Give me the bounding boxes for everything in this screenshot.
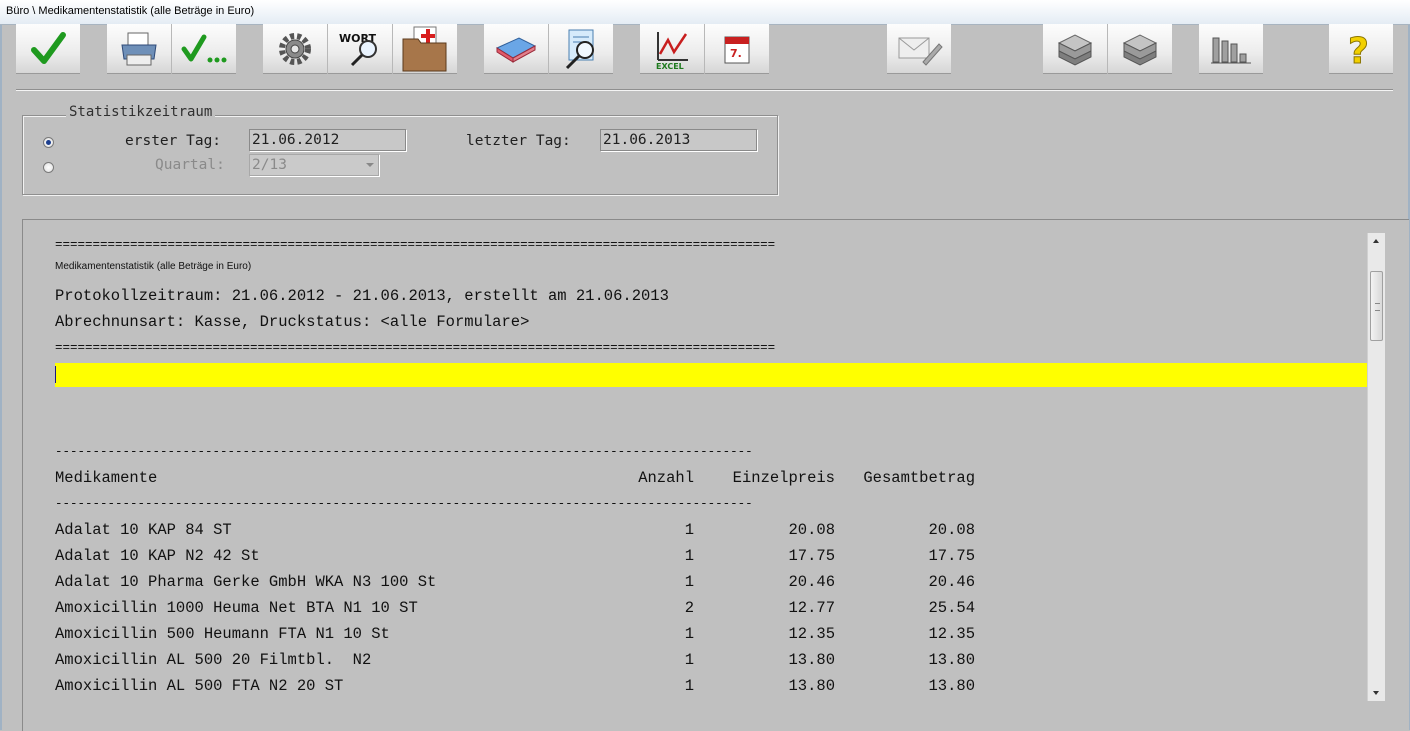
quarter-select[interactable]: 2/13 — [249, 154, 379, 176]
row-unit-price: 13.80 — [788, 677, 835, 695]
print-button[interactable] — [107, 24, 171, 74]
report-rule-double: ========================================… — [55, 341, 776, 355]
check-more-button[interactable] — [172, 24, 236, 74]
row-total: 12.35 — [928, 625, 975, 643]
row-name: Amoxicillin 1000 Heuma Net BTA N1 10 ST — [55, 599, 418, 617]
row-total: 20.08 — [928, 521, 975, 539]
row-total: 13.80 — [928, 651, 975, 669]
column-header-total: Gesamtbetrag — [863, 469, 975, 487]
mail-button[interactable] — [887, 24, 951, 74]
report-rule-single: ----------------------------------------… — [55, 497, 753, 511]
row-name: Adalat 10 KAP N2 42 St — [55, 547, 260, 565]
row-count: 1 — [684, 677, 694, 695]
row-unit-price: 20.46 — [788, 573, 835, 591]
scrollbar-thumb[interactable] — [1370, 271, 1383, 341]
report-period-line: Protokollzeitraum: 21.06.2012 - 21.06.20… — [55, 287, 669, 305]
bar-chart-button[interactable] — [1199, 24, 1263, 74]
medical-folder-icon — [402, 26, 447, 71]
column-header-unit-price: Einzelpreis — [732, 469, 835, 487]
row-count: 1 — [684, 521, 694, 539]
row-unit-price: 12.77 — [788, 599, 835, 617]
row-name: Amoxicillin AL 500 20 Filmtbl. N2 — [55, 651, 372, 669]
row-count: 1 — [684, 547, 694, 565]
scroll-up-arrow-icon[interactable] — [1373, 239, 1379, 243]
calendar-button[interactable]: 7. — [705, 24, 769, 74]
row-name: Amoxicillin AL 500 FTA N2 20 ST — [55, 677, 344, 695]
period-group — [22, 115, 778, 195]
row-unit-price: 13.80 — [788, 651, 835, 669]
word-magnifier-icon: WORT — [339, 32, 377, 66]
checkmark-icon — [31, 31, 66, 64]
row-name: Adalat 10 Pharma Gerke GmbH WKA N3 100 S… — [55, 573, 437, 591]
bar-chart-icon — [1211, 37, 1251, 63]
stacked-tray-icon — [1057, 33, 1093, 66]
gear-icon — [279, 32, 311, 65]
row-total: 20.46 — [928, 573, 975, 591]
document-search-button[interactable] — [549, 24, 613, 74]
eraser-button[interactable] — [484, 24, 548, 74]
report-billing-line: Abrechnunsart: Kasse, Druckstatus: <alle… — [55, 313, 530, 331]
toolbar-separator — [16, 89, 1393, 91]
period-group-legend: Statistikzeitraum — [66, 104, 216, 120]
checkmark-ellipsis-icon — [181, 34, 227, 62]
title-bar: Büro \ Medikamentenstatistik (alle Beträ… — [0, 0, 1410, 25]
question-mark-icon: ? — [1348, 30, 1370, 69]
row-unit-price: 12.35 — [788, 625, 835, 643]
chevron-down-icon — [366, 163, 374, 167]
first-day-label: erster Tag: — [125, 133, 222, 149]
last-day-label: letzter Tag: — [466, 133, 571, 149]
svg-text:?: ? — [1348, 31, 1369, 69]
excel-chart-icon: EXCEL — [656, 31, 688, 70]
row-name: Adalat 10 KAP 84 ST — [55, 521, 232, 539]
tray-2-button[interactable] — [1108, 24, 1172, 74]
report-rule-double: ========================================… — [55, 238, 776, 252]
row-name: Amoxicillin 500 Heumann FTA N1 10 St — [55, 625, 390, 643]
grip-icon — [1375, 303, 1380, 311]
ok-button[interactable] — [16, 24, 80, 74]
column-header-name: Medikamente — [55, 469, 158, 487]
row-unit-price: 20.08 — [788, 521, 835, 539]
calendar-icon: 7. — [724, 36, 750, 63]
document-magnifier-icon — [565, 29, 594, 69]
tray-1-button[interactable] — [1043, 24, 1107, 74]
window-title: Büro \ Medikamentenstatistik (alle Beträ… — [6, 5, 255, 17]
patient-folder-button[interactable] — [393, 24, 457, 74]
row-total: 25.54 — [928, 599, 975, 617]
settings-button[interactable] — [263, 24, 327, 74]
printer-icon — [121, 32, 157, 65]
quarter-select-value: 2/13 — [252, 157, 287, 173]
vertical-scrollbar[interactable] — [1367, 233, 1385, 701]
quarter-label: Quartal: — [155, 157, 225, 173]
row-count: 1 — [684, 573, 694, 591]
svg-text:7.: 7. — [730, 47, 742, 60]
report-title: Medikamentenstatistik (alle Beträge in E… — [55, 261, 252, 272]
date-range-radio[interactable] — [43, 137, 54, 148]
column-header-count: Anzahl — [638, 469, 694, 487]
text-caret — [55, 366, 56, 383]
eraser-icon — [495, 36, 537, 63]
report-rule-single: ----------------------------------------… — [55, 445, 753, 459]
stacked-tray-icon — [1122, 33, 1158, 66]
envelope-pen-icon — [898, 37, 943, 66]
row-unit-price: 17.75 — [788, 547, 835, 565]
first-day-field[interactable]: 21.06.2012 — [249, 129, 406, 151]
last-day-field[interactable]: 21.06.2013 — [600, 129, 757, 151]
window-border-left — [0, 25, 2, 730]
row-count: 1 — [684, 625, 694, 643]
row-total: 17.75 — [928, 547, 975, 565]
svg-text:EXCEL: EXCEL — [656, 62, 684, 70]
excel-export-button[interactable]: EXCEL — [640, 24, 704, 74]
help-button[interactable]: ? — [1329, 24, 1393, 74]
row-total: 13.80 — [928, 677, 975, 695]
word-search-button[interactable]: WORT — [328, 24, 392, 74]
row-count: 1 — [684, 651, 694, 669]
row-count: 2 — [684, 599, 694, 617]
scroll-down-arrow-icon[interactable] — [1373, 691, 1379, 695]
quarter-radio[interactable] — [43, 162, 54, 173]
highlighted-line[interactable] — [55, 363, 1368, 387]
